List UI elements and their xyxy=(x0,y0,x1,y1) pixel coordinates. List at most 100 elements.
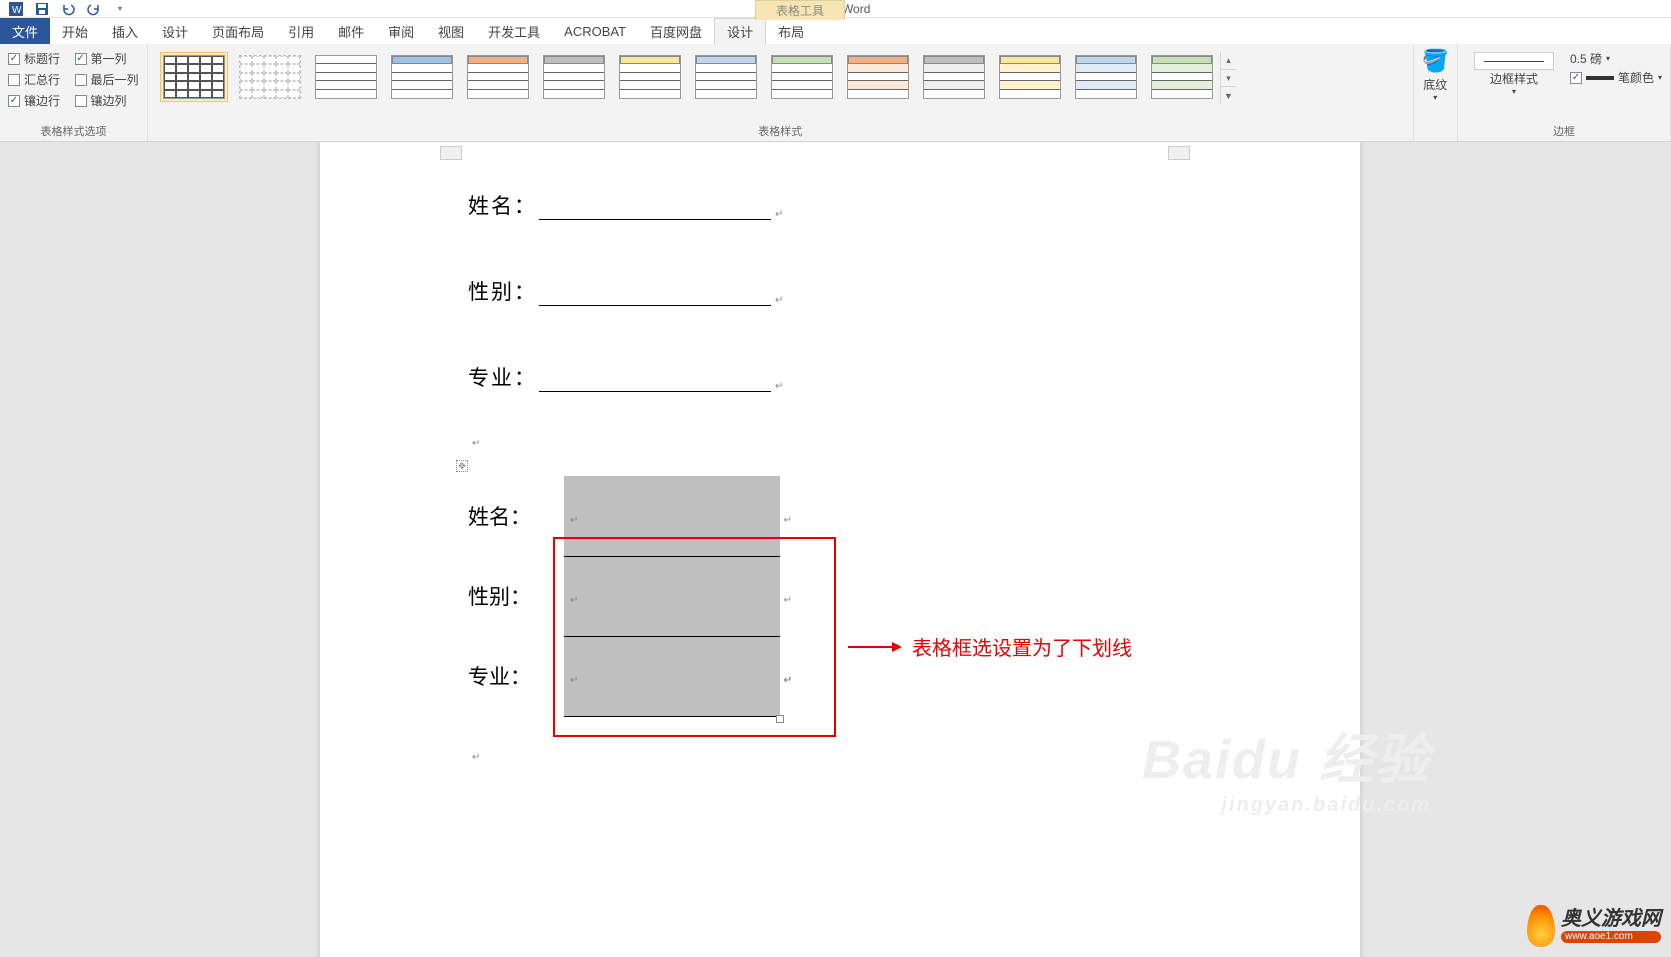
quick-access-toolbar: W ▾ xyxy=(0,1,130,17)
table-style-thumb[interactable] xyxy=(844,52,912,102)
paragraph-mark-icon: ↵ xyxy=(775,295,783,306)
border-style-button[interactable]: 边框样式 ▾ xyxy=(1466,48,1562,96)
group-table-styles: ▴ ▾ ▼ 表格样式 xyxy=(148,44,1414,141)
shading-button[interactable]: 🪣 底纹 ▾ xyxy=(1414,44,1457,141)
table-style-thumb[interactable] xyxy=(540,52,608,102)
table-row: 专业：↵ ↵↵ xyxy=(468,636,780,716)
table-style-thumb[interactable] xyxy=(236,52,304,102)
paragraph-mark-icon: ↵ xyxy=(775,209,783,220)
tab-file[interactable]: 文件 xyxy=(0,18,50,44)
tab-baidu[interactable]: 百度网盘 xyxy=(638,18,714,44)
ribbon-tabs: 文件 开始 插入 设计 页面布局 引用 邮件 审阅 视图 开发工具 ACROBA… xyxy=(0,18,1671,44)
table-style-thumb[interactable] xyxy=(768,52,836,102)
table-cell-label: 性别：↵ xyxy=(468,556,564,636)
tab-page-layout[interactable]: 页面布局 xyxy=(200,18,276,44)
pen-color-button[interactable]: ✓ 笔颜色 ▾ xyxy=(1570,69,1662,86)
table-row: 性别：↵ ↵↵ xyxy=(468,556,780,636)
tab-home[interactable]: 开始 xyxy=(50,18,100,44)
tab-review[interactable]: 审阅 xyxy=(376,18,426,44)
ribbon: ✓标题行 ✓第一列 汇总行 最后一列 ✓镶边行 镶边列 表格样式选项 xyxy=(0,44,1671,142)
field-label: 姓名： xyxy=(468,190,537,220)
tab-references[interactable]: 引用 xyxy=(276,18,326,44)
table-style-thumb[interactable] xyxy=(160,52,228,102)
gallery-up-icon[interactable]: ▴ xyxy=(1221,52,1236,70)
opt-banded-columns[interactable]: 镶边列 xyxy=(75,92,140,109)
document-area: 姓名：↵ 性别：↵ 专业：↵ ↵ ✥ 姓名：↵ ↵↵ 性别：↵ ↵↵ 专业：↵ … xyxy=(0,142,1671,957)
border-weight-combo[interactable]: 0.5 磅 ▾ xyxy=(1570,50,1662,67)
cell-mark-icon: ↵ xyxy=(784,675,792,686)
table-tools-label: 表格工具 xyxy=(755,0,845,20)
opt-first-column[interactable]: ✓第一列 xyxy=(75,50,140,67)
table-style-thumb[interactable] xyxy=(616,52,684,102)
ruler-marker xyxy=(1168,146,1190,160)
table-style-thumb[interactable] xyxy=(388,52,456,102)
table-move-handle-icon[interactable]: ✥ xyxy=(456,460,468,472)
opt-label: 镶边行 xyxy=(24,92,60,109)
form-row: 专业：↵ xyxy=(468,362,783,392)
save-icon[interactable] xyxy=(32,1,52,17)
shading-label: 底纹 xyxy=(1423,76,1447,93)
gallery-more-icon[interactable]: ▼ xyxy=(1221,87,1236,104)
gallery-scroll: ▴ ▾ ▼ xyxy=(1220,52,1236,104)
cell-mark-icon: ↵ xyxy=(570,675,578,686)
tab-insert[interactable]: 插入 xyxy=(100,18,150,44)
table-resize-handle-icon[interactable] xyxy=(776,715,784,723)
opt-last-column[interactable]: 最后一列 xyxy=(75,71,140,88)
table-style-thumb[interactable] xyxy=(1072,52,1140,102)
tab-design[interactable]: 设计 xyxy=(150,18,200,44)
opt-header-row[interactable]: ✓标题行 xyxy=(8,50,61,67)
table-style-thumb[interactable] xyxy=(312,52,380,102)
field-label: 专业： xyxy=(468,362,537,392)
field-label: 性别： xyxy=(468,276,537,306)
tab-table-layout[interactable]: 布局 xyxy=(766,18,816,44)
tab-developer[interactable]: 开发工具 xyxy=(476,18,552,44)
logo-title: 奥义游戏网 xyxy=(1561,909,1661,929)
table-style-thumb[interactable] xyxy=(996,52,1064,102)
opt-total-row[interactable]: 汇总行 xyxy=(8,71,61,88)
table-cell-selected[interactable]: ↵↵ xyxy=(564,636,780,716)
tab-acrobat[interactable]: ACROBAT xyxy=(552,18,638,44)
underline xyxy=(539,305,771,306)
site-logo: 奥义游戏网 www.aoe1.com xyxy=(1527,905,1661,947)
redo-icon[interactable] xyxy=(84,1,104,17)
word-app-icon[interactable]: W xyxy=(6,1,26,17)
table-style-thumb[interactable] xyxy=(920,52,988,102)
gallery-down-icon[interactable]: ▾ xyxy=(1221,70,1236,88)
ruler-marker xyxy=(440,146,462,160)
tab-table-design[interactable]: 设计 xyxy=(714,18,766,44)
group-label: 表格样式选项 xyxy=(8,121,139,141)
opt-banded-rows[interactable]: ✓镶边行 xyxy=(8,92,61,109)
table-cell-selected[interactable]: ↵↵ xyxy=(564,556,780,636)
paint-bucket-icon: 🪣 xyxy=(1422,48,1449,74)
opt-label: 第一列 xyxy=(91,50,127,67)
table-cell-selected[interactable]: ↵↵ xyxy=(564,476,780,556)
page[interactable]: 姓名：↵ 性别：↵ 专业：↵ ↵ ✥ 姓名：↵ ↵↵ 性别：↵ ↵↵ 专业：↵ … xyxy=(320,142,1360,957)
form-row: 性别： ↵ xyxy=(468,276,783,306)
table-style-thumb[interactable] xyxy=(692,52,760,102)
paragraph-mark-icon: ↵ xyxy=(472,752,480,763)
logo-url: www.aoe1.com xyxy=(1561,931,1661,943)
table-styles-gallery xyxy=(156,48,1220,102)
group-label: 边框 xyxy=(1466,121,1662,141)
group-borders: 边框样式 ▾ 0.5 磅 ▾ ✓ 笔颜色 ▾ 边框 xyxy=(1457,44,1671,141)
pen-color-label: 笔颜色 xyxy=(1618,69,1654,86)
table-style-thumb[interactable] xyxy=(464,52,532,102)
form-table[interactable]: 姓名：↵ ↵↵ 性别：↵ ↵↵ 专业：↵ ↵↵ xyxy=(468,476,780,717)
border-style-label: 边框样式 xyxy=(1490,70,1538,87)
tab-mailings[interactable]: 邮件 xyxy=(326,18,376,44)
cell-mark-icon: ↵ xyxy=(570,515,578,526)
opt-label: 标题行 xyxy=(24,50,60,67)
annotation-arrow-icon xyxy=(848,642,902,652)
undo-icon[interactable] xyxy=(58,1,78,17)
cell-mark-icon: ↵ xyxy=(784,595,792,606)
opt-label: 最后一列 xyxy=(91,71,139,88)
table-cell-label: 专业：↵ xyxy=(468,636,564,716)
tab-view[interactable]: 视图 xyxy=(426,18,476,44)
table-row: 姓名：↵ ↵↵ xyxy=(468,476,780,556)
opt-label: 汇总行 xyxy=(24,71,60,88)
border-style-preview xyxy=(1474,52,1554,70)
qat-dropdown-icon[interactable]: ▾ xyxy=(110,1,130,17)
table-style-thumb[interactable] xyxy=(1148,52,1216,102)
group-table-style-options: ✓标题行 ✓第一列 汇总行 最后一列 ✓镶边行 镶边列 表格样式选项 xyxy=(0,44,148,141)
opt-label: 镶边列 xyxy=(91,92,127,109)
